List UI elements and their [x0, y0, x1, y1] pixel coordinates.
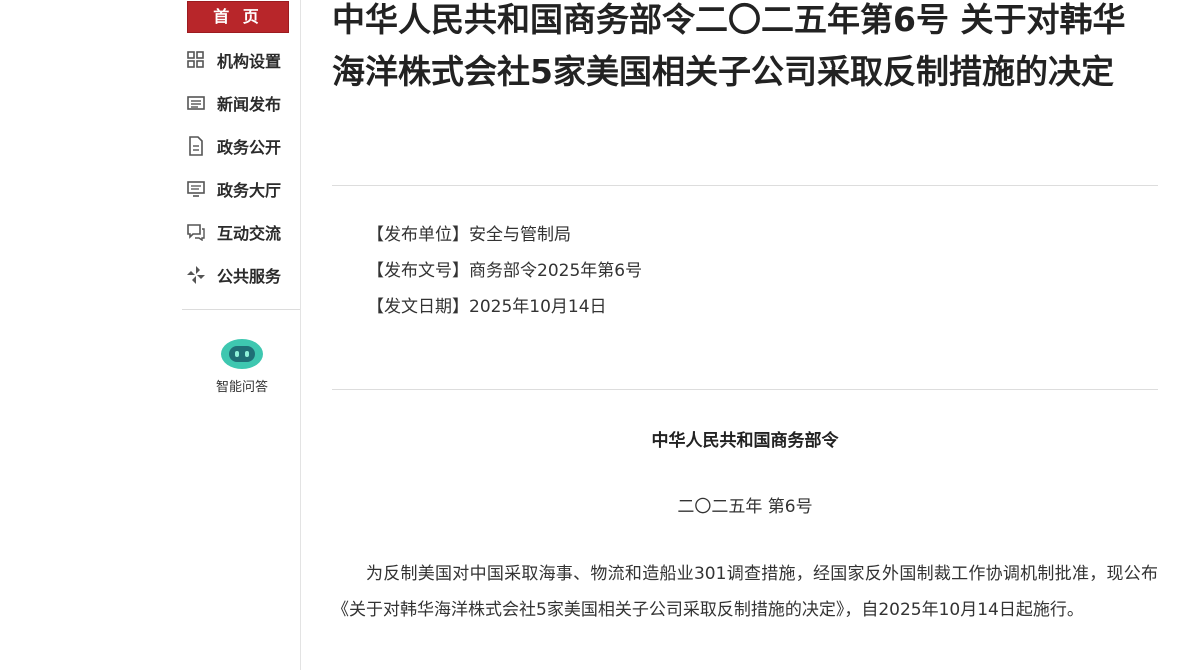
meta-doc-number: 【发布文号】商务部令2025年第6号	[367, 261, 643, 281]
article: 中华人民共和国商务部令二〇二五年第6号 关于对韩华海洋株式会社5家美国相关子公司…	[332, 0, 1158, 670]
article-title: 中华人民共和国商务部令二〇二五年第6号 关于对韩华海洋株式会社5家美国相关子公司…	[332, 0, 1126, 91]
document-icon	[186, 135, 206, 156]
sidebar-item-interaction[interactable]: 互动交流	[186, 210, 296, 253]
home-button[interactable]: 首 页	[187, 1, 289, 33]
robot-icon	[221, 339, 263, 369]
news-icon	[186, 93, 206, 113]
sidebar-item-service-hall[interactable]: 政务大厅	[186, 167, 296, 210]
sidebar-item-organization[interactable]: 机构设置	[186, 38, 296, 81]
sidebar-item-news[interactable]: 新闻发布	[186, 81, 296, 124]
sidebar-item-gov-affairs[interactable]: 政务公开	[186, 124, 296, 167]
sidebar-divider	[182, 309, 300, 310]
sidebar-item-label: 新闻发布	[217, 94, 282, 114]
sidebar: 首 页 机构设置 新闻发布 政务公开 政务大厅 互动交流 公共服务 智能问答	[182, 0, 301, 670]
service-icon	[186, 265, 206, 285]
hall-icon	[186, 179, 206, 199]
sidebar-item-label: 政务大厅	[217, 180, 282, 200]
sidebar-item-label: 互动交流	[217, 223, 282, 243]
ai-assistant-label: 智能问答	[215, 380, 268, 395]
article-meta: 【发布单位】安全与管制局 【发布文号】商务部令2025年第6号 【发文日期】20…	[367, 220, 642, 328]
ai-assistant-button[interactable]: 智能问答	[202, 338, 282, 395]
sidebar-item-label: 公共服务	[217, 266, 282, 286]
order-number: 二〇二五年 第6号	[677, 497, 813, 517]
title-divider	[332, 185, 1158, 186]
sidebar-item-label: 机构设置	[217, 51, 282, 71]
chat-icon	[186, 222, 206, 242]
sidebar-item-public-service[interactable]: 公共服务	[186, 253, 296, 296]
page: 首 页 机构设置 新闻发布 政务公开 政务大厅 互动交流 公共服务 智能问答 中…	[0, 0, 1192, 670]
meta-divider	[332, 389, 1158, 390]
sidebar-item-label: 政务公开	[217, 137, 282, 157]
grid-icon	[186, 50, 206, 70]
sidebar-nav: 机构设置 新闻发布 政务公开 政务大厅 互动交流 公共服务	[186, 38, 296, 296]
meta-date: 【发文日期】2025年10月14日	[367, 297, 607, 317]
issuer-heading: 中华人民共和国商务部令	[651, 431, 839, 451]
article-body: 为反制美国对中国采取海事、物流和造船业301调查措施，经国家反外国制裁工作协调机…	[332, 564, 1158, 620]
meta-publisher: 【发布单位】安全与管制局	[367, 225, 571, 245]
